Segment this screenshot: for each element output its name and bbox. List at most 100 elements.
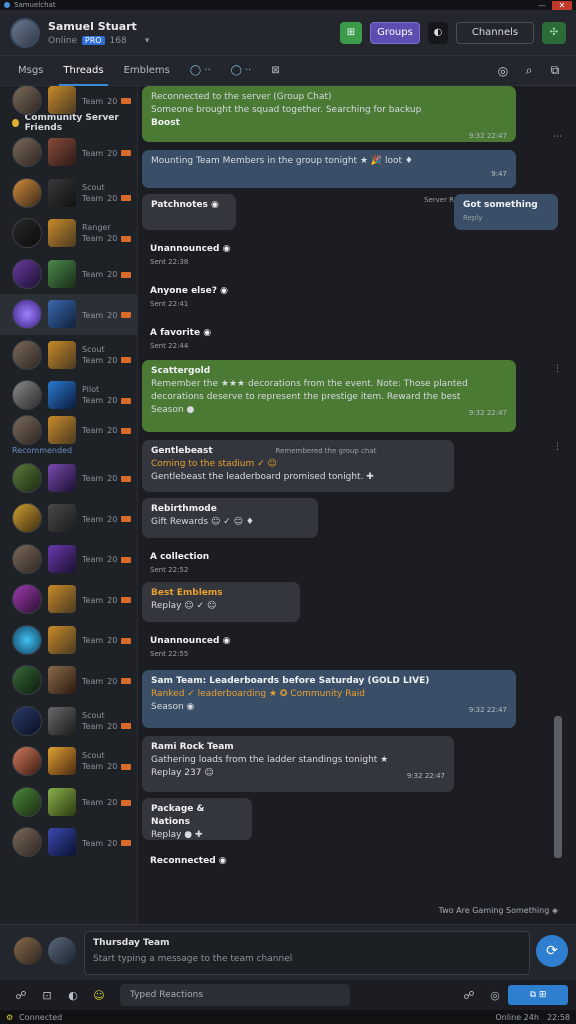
edit-icon[interactable]: ⧉ (542, 63, 568, 78)
message-bubble[interactable]: Reconnected to the server (Group Chat) S… (142, 86, 516, 142)
list-item-sub: Team 20 (82, 311, 132, 320)
list-item-level: 20 (107, 148, 118, 158)
channels-button[interactable]: Channels (456, 21, 534, 44)
list-item-team: Team (82, 270, 104, 280)
message-author: A collection (150, 552, 210, 562)
message-author: Anyone else? ◉ (150, 286, 228, 296)
message-bubble[interactable]: Gentlebeast Remembered the group chat Co… (142, 440, 454, 492)
list-item-sub: Team 20 (82, 148, 132, 158)
list-item[interactable]: Team 20 (0, 579, 137, 620)
list-item-meta: Scout Team 20 (82, 711, 132, 731)
game-thumbnail (48, 86, 76, 114)
avatar[interactable] (48, 937, 76, 965)
game-thumbnail (48, 585, 76, 614)
list-item[interactable]: Team 20 (0, 414, 137, 445)
list-item-meta: Team 20 (82, 472, 132, 484)
message-bubble[interactable]: Sam Team: Leaderboards before Saturday (… (142, 670, 516, 728)
avatar (12, 624, 42, 655)
message-bubble[interactable]: Got something Reply (454, 194, 558, 230)
message-line[interactable]: A collection Sent 22:52 (138, 546, 338, 582)
tab-extra-2[interactable]: ◯ ·· (221, 56, 262, 86)
message-line[interactable]: Unannounced ◉ Sent 22:55 (138, 630, 338, 666)
gif-icon[interactable]: ◐ (60, 984, 86, 1006)
list-item[interactable]: Scout Team 20 (0, 173, 137, 214)
share-icon[interactable]: ☍ (456, 984, 482, 1006)
list-item[interactable]: Pilot Team 20 (0, 375, 137, 416)
message-bubble[interactable]: Package & Nations Replay ● ✚ (142, 798, 252, 840)
message-line[interactable]: Unannounced ◉ Sent 22:38 (138, 238, 338, 274)
list-item[interactable]: Team 20 (0, 498, 137, 539)
flag-icon (121, 799, 132, 806)
grid-button[interactable]: ⊞ (340, 21, 362, 44)
list-item-name: Scout (82, 344, 105, 354)
send-button[interactable]: ⟳ (536, 935, 568, 967)
list-item[interactable]: Team 20 (0, 294, 137, 335)
list-item[interactable]: Team 20 (0, 86, 137, 115)
quick-action-button[interactable]: ⧉ ⊞ (508, 985, 568, 1005)
list-item-level: 20 (107, 676, 118, 686)
list-item[interactable]: Team 20 (0, 822, 137, 863)
tab-msgs[interactable]: Msgs (8, 56, 53, 86)
list-item-team: Team (82, 474, 104, 484)
image-icon[interactable]: ⊡ (34, 984, 60, 1006)
tab-extra-1[interactable]: ◯ ·· (180, 56, 221, 86)
tab-emblems[interactable]: Emblems (114, 56, 180, 86)
close-button[interactable]: ✕ (552, 0, 572, 10)
more-icon[interactable]: ⋮ (553, 364, 562, 374)
list-item[interactable]: Team 20 (0, 458, 137, 499)
reaction-input[interactable]: Typed Reactions (120, 984, 350, 1006)
list-item[interactable]: Scout Team 20 (0, 741, 137, 782)
gear-icon[interactable]: ⚙ (6, 1013, 13, 1022)
list-item[interactable]: Team 20 (0, 539, 137, 580)
game-thumbnail (48, 504, 76, 533)
groups-button[interactable]: Groups (370, 21, 420, 44)
game-thumbnail (48, 381, 76, 410)
avatar (12, 705, 42, 736)
message-bubble[interactable]: Rebirthmode Gift Rewards ☺ ✓ ☺ ♦ (142, 498, 318, 538)
message-bubble[interactable]: Mounting Team Members in the group tonig… (142, 150, 516, 188)
message-line[interactable]: A favorite ◉ Sent 22:44 (138, 322, 338, 358)
avatar (12, 258, 42, 289)
message-timestamp: 9:47 (491, 170, 507, 178)
more-icon[interactable]: ⋮ (553, 442, 562, 452)
list-item[interactable]: Team 20 (0, 782, 137, 823)
list-item[interactable]: Team 20 (0, 254, 137, 295)
xbox-icon[interactable]: ✣ (542, 21, 566, 44)
mic-icon[interactable]: ◎ (482, 984, 508, 1006)
tab-extra-3[interactable]: ⊠ (261, 56, 289, 86)
chat-scrollbar[interactable] (554, 716, 562, 858)
avatar[interactable] (14, 937, 42, 965)
message-bubble[interactable]: Best Emblems Replay ☺ ✓ ☺ (142, 582, 300, 622)
more-icon[interactable]: ⋯ (553, 132, 562, 142)
list-item[interactable]: Scout Team 20 (0, 701, 137, 742)
message-line[interactable]: Anyone else? ◉ Sent 22:41 (138, 280, 338, 316)
list-item-team: Team (82, 762, 104, 772)
sidebar-group-header[interactable]: Community Server Friends (0, 113, 137, 133)
message-line[interactable]: Reconnected ◉ (138, 850, 338, 873)
game-thumbnail (48, 747, 76, 776)
list-item-level: 20 (107, 721, 118, 731)
message-bubble[interactable]: Rami Rock Team Gathering loads from the … (142, 736, 454, 792)
message-input[interactable]: Thursday Team Start typing a message to … (84, 931, 530, 975)
list-item-sub: Team 20 (82, 596, 132, 605)
theme-button[interactable]: ◐ (428, 21, 448, 44)
app-icon (4, 2, 10, 8)
list-item[interactable]: Team 20 (0, 660, 137, 701)
message-bubble[interactable]: Scattergold Remember the ★★★ decorations… (142, 360, 516, 432)
chevron-down-icon[interactable]: ▾ (145, 36, 150, 46)
search-icon[interactable]: ⌕ (516, 63, 542, 78)
list-item[interactable]: Team 20 (0, 132, 137, 173)
emoji-icon[interactable]: ☺ (86, 984, 112, 1006)
attach-icon[interactable]: ☍ (8, 984, 34, 1006)
list-item[interactable]: Scout Team 20 (0, 335, 137, 376)
user-tag: PRO (81, 35, 105, 45)
list-item[interactable]: Ranger Team 20 (0, 213, 137, 254)
avatar[interactable] (10, 17, 40, 48)
list-item-meta: Team 20 (82, 513, 132, 524)
minimize-button[interactable]: — (532, 1, 552, 10)
list-item[interactable]: Team 20 (0, 620, 137, 661)
message-bubble[interactable]: Patchnotes ◉ (142, 194, 236, 230)
chat-icon[interactable]: ◎ (490, 64, 516, 78)
list-item-sub: Team 20 (82, 97, 132, 106)
tab-threads[interactable]: Threads (53, 56, 113, 86)
